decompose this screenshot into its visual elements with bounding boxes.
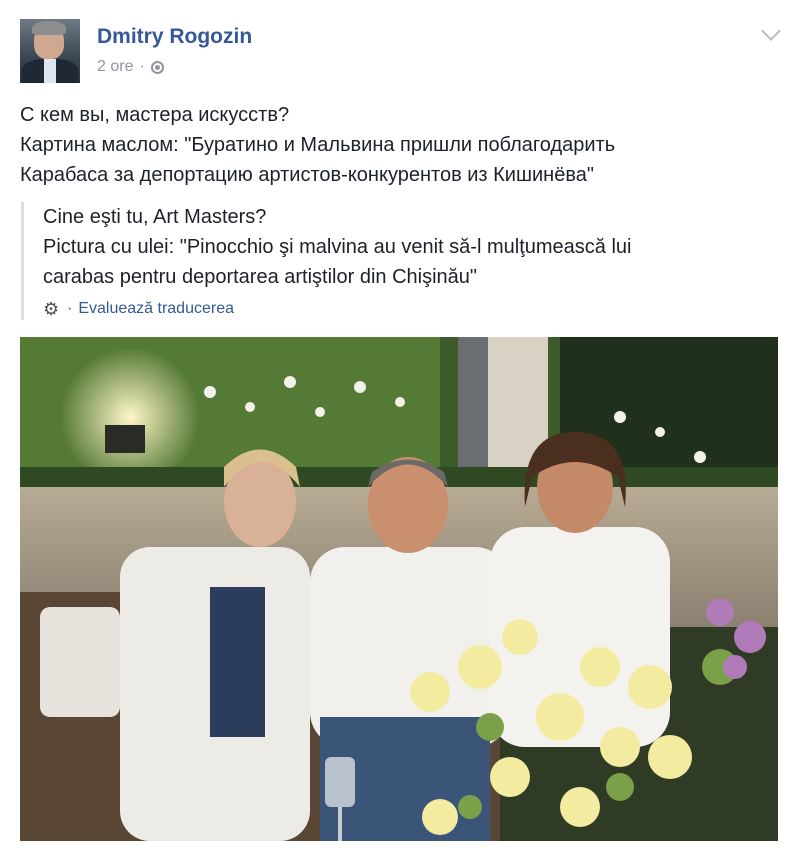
rate-separator: · (67, 300, 73, 317)
meta-separator: · (139, 58, 145, 75)
translation-line: Cine eşti tu, Art Masters? (43, 206, 267, 228)
post-text-line: С кем вы, мастера искусств? (20, 104, 290, 126)
author-name[interactable]: Dmitry Rogozin (97, 25, 252, 49)
translation-block: Cine eşti tu, Art Masters? Pictura cu ul… (21, 202, 761, 320)
post-text: С кем вы, мастера искусств? Картина масл… (20, 100, 780, 190)
post-text-line: Карабаса за депортацию артистов-конкурен… (20, 164, 594, 186)
facebook-post: Dmitry Rogozin 2 ore · С кем вы, мастера… (0, 0, 800, 859)
translation-line: carabas pentru deportarea artiştilor din… (43, 266, 478, 288)
rate-translation-link[interactable]: Evaluează traducerea (78, 300, 234, 318)
post-time[interactable]: 2 ore (97, 58, 133, 76)
avatar[interactable] (20, 19, 80, 83)
photo-illustration (20, 337, 778, 841)
post-photo[interactable] (20, 337, 778, 841)
translation-line: Pictura cu ulei: "Pinocchio şi malvina a… (43, 236, 632, 258)
post-text-line: Картина маслом: "Буратино и Мальвина при… (20, 134, 616, 156)
gear-icon[interactable]: ⚙ (43, 300, 61, 318)
post-meta: 2 ore · (97, 58, 164, 76)
chevron-down-icon[interactable] (761, 21, 781, 41)
globe-icon[interactable] (150, 60, 164, 74)
rate-translation-row: ⚙ · Evaluează traducerea (43, 300, 761, 318)
